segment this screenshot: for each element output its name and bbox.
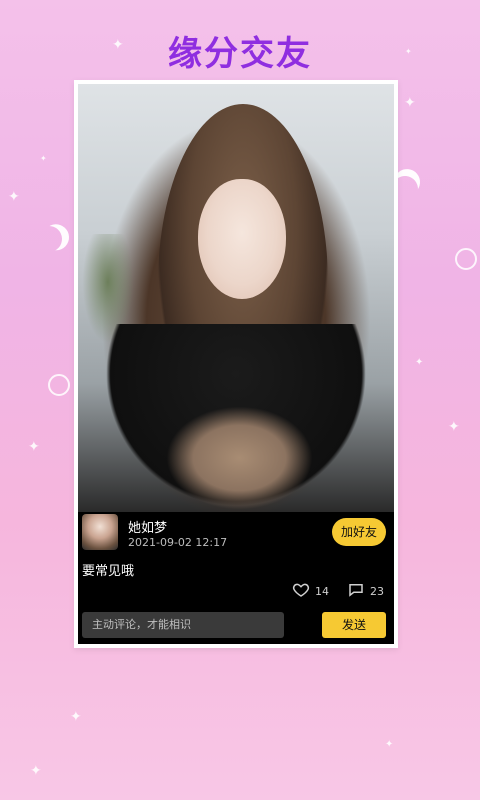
- sparkle-icon: ✦: [40, 154, 47, 163]
- comment-bubble-icon[interactable]: [347, 581, 365, 602]
- comment-stat[interactable]: 23: [347, 581, 384, 602]
- photo-face: [198, 179, 286, 299]
- add-friend-button[interactable]: 加好友: [332, 518, 386, 546]
- comment-count: 23: [370, 584, 384, 598]
- post-stats: 14 23: [292, 581, 384, 601]
- comment-input[interactable]: 主动评论，才能相识: [82, 612, 284, 638]
- post-text: 要常见哦: [82, 564, 135, 579]
- sparkle-icon: ✦: [415, 357, 424, 368]
- like-stat[interactable]: 14: [292, 581, 329, 602]
- post-timestamp: 2021-09-02 12:17: [128, 536, 228, 549]
- post-card: 她如梦 2021-09-02 12:17 加好友 要常见哦 14 23 主动评论…: [74, 80, 398, 648]
- sparkle-icon: ✦: [28, 439, 40, 455]
- sparkle-icon: ✦: [8, 189, 20, 205]
- page-title: 缘分交友: [168, 34, 312, 74]
- comment-row: 主动评论，才能相识 发送: [78, 612, 394, 640]
- post-username[interactable]: 她如梦: [128, 517, 167, 536]
- avatar[interactable]: [82, 514, 118, 550]
- sparkle-icon: ✦: [448, 419, 460, 435]
- moon-icon: [32, 222, 65, 255]
- sparkle-icon: ✦: [70, 709, 82, 725]
- sparkle-icon: ✦: [404, 95, 416, 111]
- sparkle-icon: ✦: [30, 763, 42, 779]
- bubble-icon: [455, 248, 477, 270]
- photo-teddy-print: [146, 404, 316, 524]
- send-button[interactable]: 发送: [322, 612, 386, 638]
- post-photo[interactable]: [78, 84, 394, 524]
- post-card-inner: 她如梦 2021-09-02 12:17 加好友 要常见哦 14 23 主动评论…: [78, 84, 394, 644]
- heart-icon[interactable]: [292, 581, 310, 602]
- bubble-icon: [48, 374, 70, 396]
- post-user-row: 她如梦 2021-09-02 12:17 加好友: [78, 514, 394, 554]
- like-count: 14: [315, 584, 329, 598]
- sparkle-icon: ✦: [385, 739, 394, 750]
